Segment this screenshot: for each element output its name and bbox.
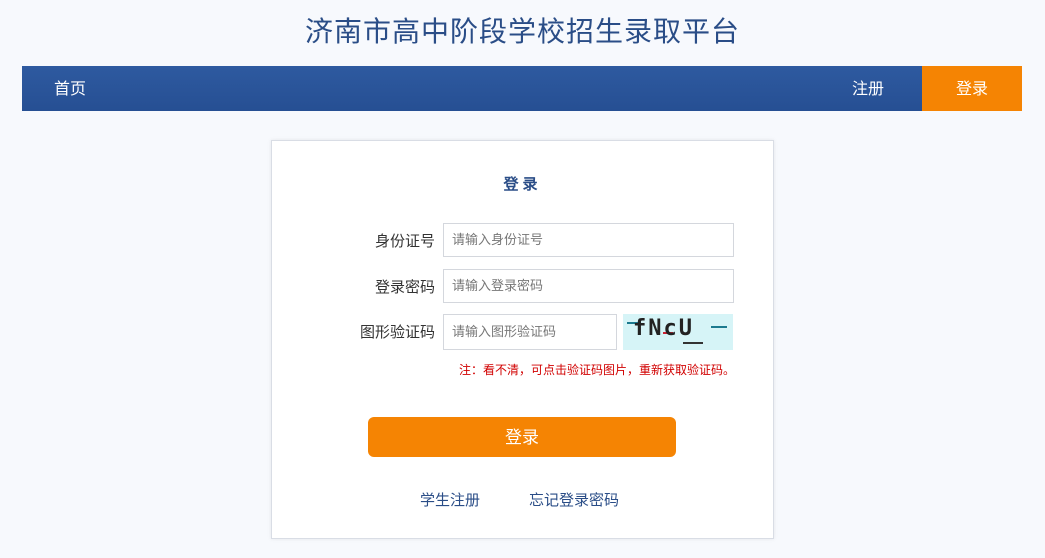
captcha-noise-line — [683, 342, 703, 344]
captcha-image[interactable]: fNcU — [623, 314, 733, 350]
id-number-label: 身份证号 — [374, 232, 435, 250]
forgot-password-link[interactable]: 忘记登录密码 — [529, 489, 619, 510]
nav-register-link[interactable]: 注册 — [840, 66, 896, 111]
password-label: 登录密码 — [374, 278, 435, 296]
top-navbar: 首页 注册 登录 — [22, 66, 1022, 111]
captcha-input[interactable] — [443, 314, 617, 350]
student-register-link[interactable]: 学生注册 — [420, 489, 480, 510]
id-number-input[interactable] — [443, 223, 734, 257]
captcha-noise-line — [711, 326, 727, 328]
nav-login-link[interactable]: 登录 — [922, 66, 1022, 111]
captcha-text: fNcU — [633, 316, 694, 341]
login-card-title: 登录 — [503, 175, 542, 193]
captcha-hint: 注：看不清，可点击验证码图片，重新获取验证码。 — [458, 363, 735, 377]
password-input[interactable] — [443, 269, 734, 303]
nav-home-link[interactable]: 首页 — [50, 66, 90, 111]
login-submit-button[interactable]: 登录 — [368, 417, 676, 457]
login-card: 登录 身份证号 登录密码 图形验证码 fNcU 注：看不清，可点击验证码图片，重… — [271, 140, 774, 539]
site-title: 济南市高中阶段学校招生录取平台 — [304, 15, 740, 48]
captcha-label: 图形验证码 — [359, 323, 435, 341]
